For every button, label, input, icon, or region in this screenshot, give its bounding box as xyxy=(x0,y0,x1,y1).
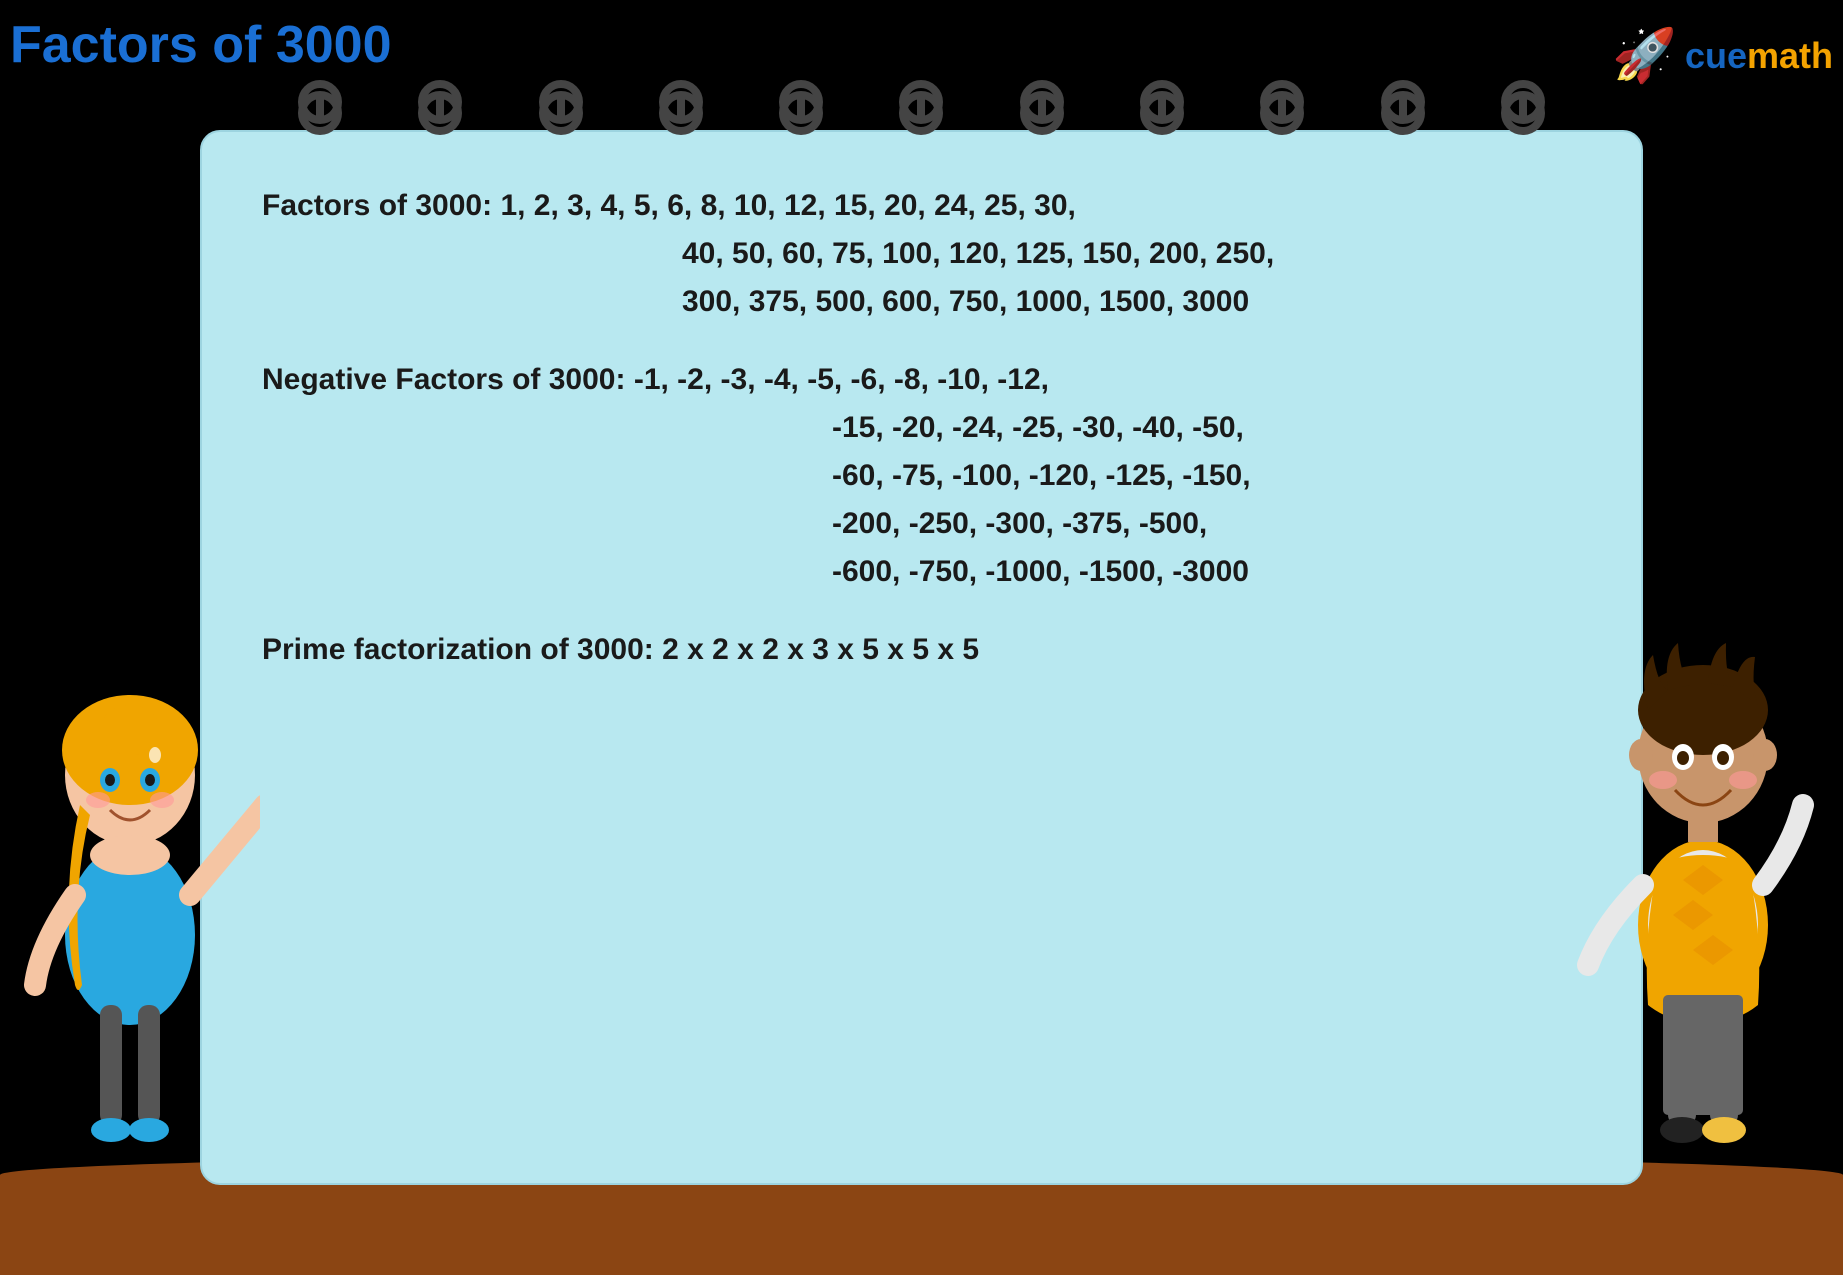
spiral-rings xyxy=(260,80,1583,135)
prime-value: 2 x 2 x 2 x 3 x 5 x 5 x 5 xyxy=(662,633,979,666)
page-title: Factors of 3000 xyxy=(10,15,392,75)
logo-area: 🚀 cuemath xyxy=(1612,25,1833,86)
ring-4 xyxy=(665,80,697,135)
negative-label: Negative Factors of 3000: xyxy=(262,363,625,396)
factors-line3: 300, 375, 500, 600, 750, 1000, 1500, 300… xyxy=(262,285,1249,318)
ring-11 xyxy=(1507,80,1539,135)
rocket-icon: 🚀 xyxy=(1612,25,1677,86)
factors-line2: 40, 50, 60, 75, 100, 120, 125, 150, 200,… xyxy=(262,237,1274,270)
boy-character xyxy=(1563,495,1843,1215)
factors-label: Factors of 3000: xyxy=(262,189,492,222)
neg-line5: -600, -750, -1000, -1500, -3000 xyxy=(262,555,1249,588)
boy-svg xyxy=(1563,495,1843,1215)
ring-9 xyxy=(1266,80,1298,135)
prime-label: Prime factorization of 3000: xyxy=(262,633,654,666)
ring-3 xyxy=(545,80,577,135)
prime-section: Prime factorization of 3000: 2 x 2 x 2 x… xyxy=(262,626,1581,674)
logo-text: cuemath xyxy=(1685,35,1833,77)
header: Factors of 3000 🚀 cuemath xyxy=(10,15,1843,75)
notebook: Factors of 3000: 1, 2, 3, 4, 5, 6, 8, 10… xyxy=(200,130,1643,1185)
ring-5 xyxy=(785,80,817,135)
ring-1 xyxy=(304,80,336,135)
girl-svg xyxy=(0,515,260,1215)
girl-character xyxy=(0,515,260,1215)
factors-section: Factors of 3000: 1, 2, 3, 4, 5, 6, 8, 10… xyxy=(262,182,1581,326)
ring-8 xyxy=(1146,80,1178,135)
ring-6 xyxy=(905,80,937,135)
ring-10 xyxy=(1387,80,1419,135)
neg-line1: -1, -2, -3, -4, -5, -6, -8, -10, -12, xyxy=(634,363,1049,396)
negative-factors-section: Negative Factors of 3000: -1, -2, -3, -4… xyxy=(262,356,1581,596)
notebook-content: Factors of 3000: 1, 2, 3, 4, 5, 6, 8, 10… xyxy=(262,182,1581,674)
neg-line3: -60, -75, -100, -120, -125, -150, xyxy=(262,459,1251,492)
neg-line2: -15, -20, -24, -25, -30, -40, -50, xyxy=(262,411,1244,444)
notebook-container: Factors of 3000: 1, 2, 3, 4, 5, 6, 8, 10… xyxy=(200,110,1643,1185)
neg-line4: -200, -250, -300, -375, -500, xyxy=(262,507,1207,540)
ring-2 xyxy=(424,80,456,135)
ring-7 xyxy=(1026,80,1058,135)
factors-line1: 1, 2, 3, 4, 5, 6, 8, 10, 12, 15, 20, 24,… xyxy=(500,189,1075,222)
